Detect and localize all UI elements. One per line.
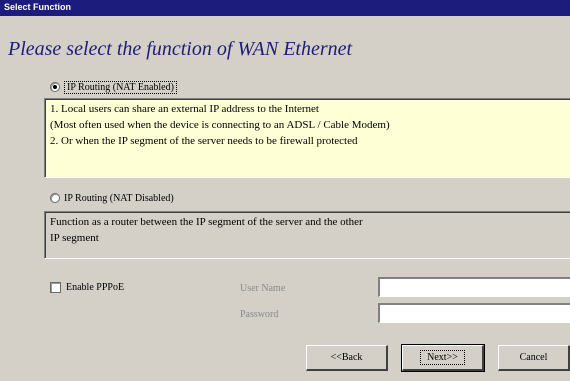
cancel-button[interactable]: Cancel — [498, 345, 570, 371]
pppoe-option[interactable]: Enable PPPoE — [50, 282, 124, 293]
radio-nat-disabled[interactable] — [50, 193, 60, 203]
radio-nat-enabled[interactable] — [50, 82, 60, 92]
option-nat-enabled[interactable]: IP Routing (NAT Enabled) — [50, 80, 177, 94]
option-nat-disabled-label[interactable]: IP Routing (NAT Disabled) — [64, 193, 174, 204]
username-input[interactable] — [378, 277, 570, 297]
title-bar: Select Function — [0, 0, 570, 16]
pppoe-checkbox-label[interactable]: Enable PPPoE — [66, 282, 124, 293]
description-line: 2. Or when the IP segment of the server … — [50, 135, 358, 147]
description-line: (Most often used when the device is conn… — [50, 119, 390, 131]
description-line: 1. Local users can share an external IP … — [50, 103, 319, 115]
option-nat-enabled-label[interactable]: IP Routing (NAT Enabled) — [64, 80, 177, 94]
pppoe-checkbox[interactable] — [50, 282, 61, 293]
cancel-button-label: Cancel — [519, 352, 548, 363]
nat-disabled-description: Function as a router between the IP segm… — [44, 211, 570, 259]
username-label: User Name — [240, 283, 286, 294]
password-label: Password — [240, 309, 279, 320]
nat-enabled-description: 1. Local users can share an external IP … — [44, 98, 570, 178]
page-heading: Please select the function of WAN Ethern… — [8, 38, 353, 60]
option-nat-disabled[interactable]: IP Routing (NAT Disabled) — [50, 191, 174, 205]
next-button[interactable]: Next>> — [401, 344, 485, 372]
back-button-label: <<Back — [330, 352, 363, 363]
password-input[interactable] — [378, 303, 570, 323]
description-line: IP segment — [50, 232, 99, 244]
next-button-label: Next>> — [420, 350, 465, 365]
description-line: Function as a router between the IP segm… — [50, 216, 363, 228]
back-button[interactable]: <<Back — [306, 345, 388, 371]
window-title: Select Function — [4, 2, 72, 12]
